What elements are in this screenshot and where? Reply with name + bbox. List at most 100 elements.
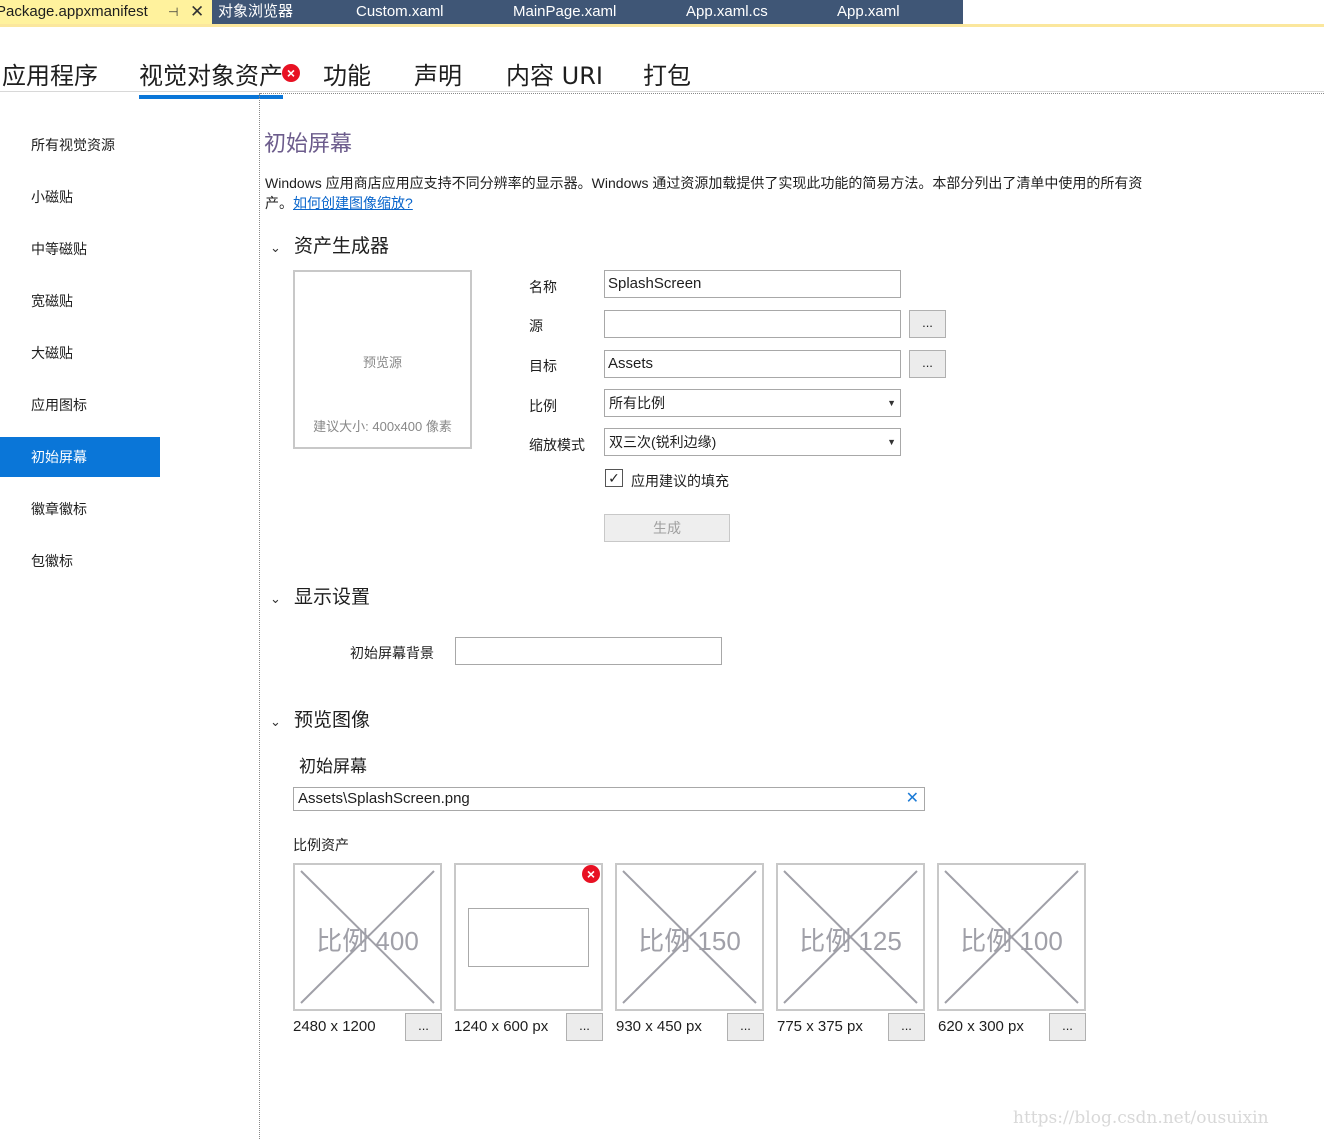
tab-application[interactable]: 应用程序 bbox=[2, 56, 98, 91]
doc-tab-label: Package.appxmanifest bbox=[0, 3, 148, 20]
asset-size-text: 930 x 450 px bbox=[616, 1018, 702, 1035]
tab-label: 视觉对象资产 bbox=[139, 62, 283, 90]
sidebar-item-label: 初始屏幕 bbox=[31, 449, 87, 465]
doc-tab-label: 对象浏览器 bbox=[218, 3, 294, 20]
sidebar-item-medium-tile[interactable]: 中等磁贴 bbox=[0, 229, 160, 269]
page-title: 初始屏幕 bbox=[264, 132, 353, 157]
preview-placeholder-text: 预览源 bbox=[362, 355, 402, 370]
asset-thumbnail bbox=[468, 908, 589, 967]
main-content: 初始屏幕 Windows 应用商店应用应支持不同分辨率的显示器。Windows … bbox=[264, 93, 1324, 1139]
chevron-down-icon[interactable]: ⌄ bbox=[270, 715, 290, 730]
active-tab-underline bbox=[0, 24, 1324, 27]
doc-tab-app-xaml-cs[interactable]: App.xaml.cs bbox=[686, 0, 768, 24]
tab-label: 应用程序 bbox=[2, 62, 98, 90]
asset-generator-header[interactable]: ⌄ 资产生成器 bbox=[270, 231, 389, 258]
help-link[interactable]: 如何创建图像缩放? bbox=[293, 195, 413, 211]
scale-select-value: 所有比例 bbox=[609, 395, 665, 411]
target-input[interactable]: Assets bbox=[604, 350, 901, 378]
doc-tab-label: App.xaml bbox=[837, 3, 900, 20]
tab-content-uri[interactable]: 内容 URI bbox=[506, 56, 603, 91]
pin-icon[interactable]: ⊣ bbox=[168, 0, 178, 24]
asset-browse-button[interactable]: ... bbox=[888, 1013, 925, 1041]
scale-select[interactable]: 所有比例 ▼ bbox=[604, 389, 901, 417]
asset-browse-button[interactable]: ... bbox=[405, 1013, 442, 1041]
section-tabs-divider bbox=[0, 91, 1324, 92]
tab-label: 声明 bbox=[414, 62, 462, 90]
splash-path-input[interactable]: Assets\SplashScreen.png ✕ bbox=[293, 787, 925, 811]
display-settings-header[interactable]: ⌄ 显示设置 bbox=[270, 582, 370, 609]
scaled-assets-label: 比例资产 bbox=[293, 837, 349, 853]
scale-125-asset[interactable]: 比例 125 bbox=[776, 863, 925, 1011]
sidebar-item-label: 包徽标 bbox=[31, 553, 73, 569]
doc-tab-app-xaml[interactable]: App.xaml bbox=[837, 0, 900, 24]
error-icon: × bbox=[582, 865, 600, 883]
dropdown-arrow-icon: ▼ bbox=[887, 398, 896, 408]
asset-size-text: 2480 x 1200 bbox=[293, 1018, 376, 1035]
name-input[interactable]: SplashScreen bbox=[604, 270, 901, 298]
splash-path-value: Assets\SplashScreen.png bbox=[298, 790, 470, 807]
splash-subheading: 初始屏幕 bbox=[299, 757, 367, 776]
padding-checkbox-label: 应用建议的填充 bbox=[631, 473, 729, 489]
sidebar-item-label: 徽章徽标 bbox=[31, 501, 87, 517]
tab-visual-assets[interactable]: 视觉对象资产 bbox=[139, 56, 283, 99]
watermark: https://blog.csdn.net/ousuixin bbox=[1013, 1108, 1269, 1128]
close-icon[interactable]: ✕ bbox=[190, 0, 204, 24]
resize-mode-select[interactable]: 双三次(锐利边缘) ▼ bbox=[604, 428, 901, 456]
source-browse-button[interactable]: ... bbox=[909, 310, 946, 338]
sidebar-item-package-logo[interactable]: 包徽标 bbox=[0, 541, 160, 581]
tab-packaging[interactable]: 打包 bbox=[643, 56, 691, 91]
sidebar-item-small-tile[interactable]: 小磁贴 bbox=[0, 177, 160, 217]
sidebar-item-label: 小磁贴 bbox=[31, 189, 73, 205]
scale-400-asset[interactable]: 比例 400 bbox=[293, 863, 442, 1011]
doc-tab-mainpage-xaml[interactable]: MainPage.xaml bbox=[513, 0, 616, 24]
preview-size-hint: 建议大小: 400x400 像素 bbox=[313, 419, 452, 434]
sidebar-item-label: 宽磁贴 bbox=[31, 293, 73, 309]
doc-tab-custom-xaml[interactable]: Custom.xaml bbox=[356, 0, 444, 24]
page-description: Windows 应用商店应用应支持不同分辨率的显示器。Windows 通过资源加… bbox=[265, 173, 1145, 213]
tab-declarations[interactable]: 声明 bbox=[414, 56, 462, 91]
scale-100-asset[interactable]: 比例 100 bbox=[937, 863, 1086, 1011]
scale-150-asset[interactable]: 比例 150 bbox=[615, 863, 764, 1011]
tab-capabilities[interactable]: 功能 bbox=[323, 56, 371, 91]
doc-tab-label: App.xaml.cs bbox=[686, 3, 768, 20]
asset-scale-label: 比例 125 bbox=[799, 926, 902, 956]
scale-200-asset[interactable] bbox=[454, 863, 603, 1011]
asset-browse-button[interactable]: ... bbox=[727, 1013, 764, 1041]
doc-tab-label: MainPage.xaml bbox=[513, 3, 617, 20]
sidebar-item-all-assets[interactable]: 所有视觉资源 bbox=[0, 125, 160, 165]
dropdown-arrow-icon: ▼ bbox=[887, 437, 896, 447]
group-title: 预览图像 bbox=[294, 709, 371, 731]
sidebar-item-label: 大磁贴 bbox=[31, 345, 73, 361]
asset-scale-label: 比例 150 bbox=[638, 926, 741, 956]
sidebar-item-large-tile[interactable]: 大磁贴 bbox=[0, 333, 160, 373]
generate-button[interactable]: 生成 bbox=[604, 514, 730, 542]
chevron-down-icon[interactable]: ⌄ bbox=[270, 241, 290, 256]
tab-label: 打包 bbox=[643, 62, 691, 90]
name-label: 名称 bbox=[529, 279, 557, 295]
doc-tab-object-browser[interactable]: 对象浏览器 bbox=[218, 0, 293, 24]
doc-tab-package-manifest[interactable]: Package.appxmanifest ⊣ ✕ bbox=[0, 0, 212, 24]
document-tab-strip: Package.appxmanifest ⊣ ✕ 对象浏览器 Custom.xa… bbox=[0, 0, 1324, 27]
preview-images-header[interactable]: ⌄ 预览图像 bbox=[270, 705, 370, 732]
sidebar-item-label: 中等磁贴 bbox=[31, 241, 87, 257]
target-label: 目标 bbox=[529, 358, 557, 374]
chevron-down-icon[interactable]: ⌄ bbox=[270, 592, 290, 607]
sidebar-item-badge-logo[interactable]: 徽章徽标 bbox=[0, 489, 160, 529]
group-title: 显示设置 bbox=[294, 586, 371, 608]
sidebar-item-app-icon[interactable]: 应用图标 bbox=[0, 385, 160, 425]
splash-background-input[interactable] bbox=[455, 637, 722, 665]
padding-checkbox[interactable]: ✓ bbox=[605, 469, 623, 487]
resize-mode-label: 缩放模式 bbox=[529, 437, 585, 453]
asset-browse-button[interactable]: ... bbox=[1049, 1013, 1086, 1041]
source-input[interactable] bbox=[604, 310, 901, 338]
resize-mode-select-value: 双三次(锐利边缘) bbox=[609, 434, 717, 450]
sidebar-item-wide-tile[interactable]: 宽磁贴 bbox=[0, 281, 160, 321]
asset-scale-label: 比例 100 bbox=[960, 926, 1063, 956]
target-browse-button[interactable]: ... bbox=[909, 350, 946, 378]
clear-icon[interactable]: ✕ bbox=[906, 788, 919, 810]
sidebar-item-label: 所有视觉资源 bbox=[31, 137, 115, 153]
asset-browse-button[interactable]: ... bbox=[566, 1013, 603, 1041]
sidebar-item-splash-screen[interactable]: 初始屏幕 bbox=[0, 437, 160, 477]
tab-label: 内容 URI bbox=[506, 62, 603, 90]
scale-label: 比例 bbox=[529, 398, 557, 414]
